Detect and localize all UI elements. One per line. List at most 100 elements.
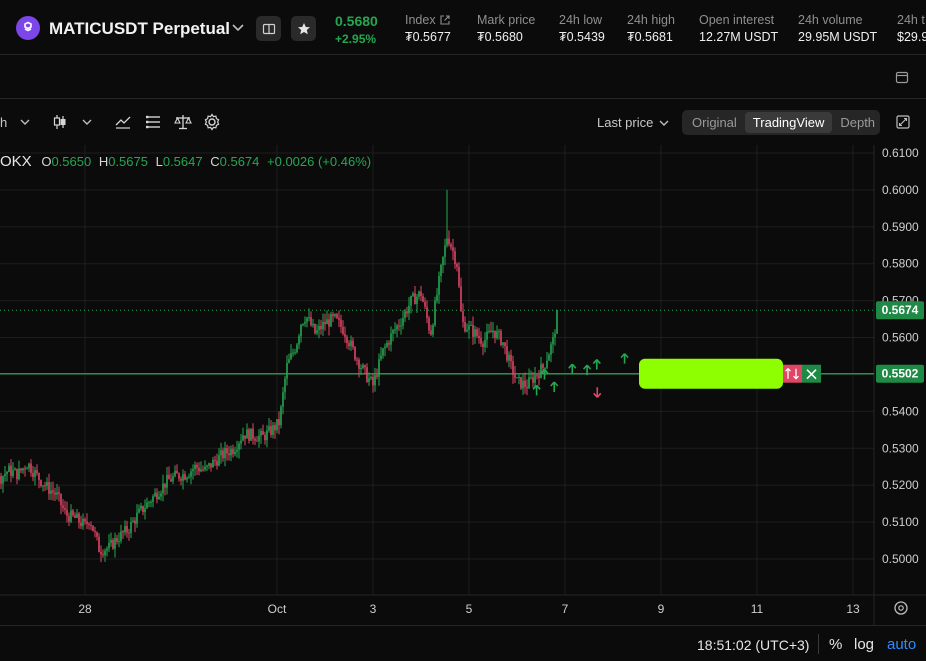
price-change-percent: +2.95%	[335, 32, 377, 46]
indicators-icon[interactable]	[114, 113, 132, 131]
last-price-tag: 0.5674	[882, 303, 919, 317]
candle-body	[40, 480, 42, 486]
candle-body	[50, 490, 52, 494]
reverse-order-button[interactable]	[783, 364, 802, 383]
axis-settings-gear-icon[interactable]	[894, 601, 908, 615]
favorite-star-button[interactable]	[291, 16, 316, 41]
tab-depth[interactable]: Depth	[832, 112, 883, 133]
axis-settings-gear-center	[898, 605, 904, 611]
stat-24h-volume-label: 24h volume	[798, 13, 863, 27]
candle-body	[352, 340, 354, 348]
tab-original[interactable]: Original	[684, 112, 745, 133]
view-mode-segmented-control: Original TradingView Depth	[682, 110, 880, 135]
candle-body	[300, 324, 302, 337]
candle-body	[556, 309, 558, 334]
candle-body	[108, 542, 110, 549]
candle-body	[146, 502, 148, 509]
candle-body	[260, 431, 262, 436]
candle-body	[242, 435, 244, 441]
candle-body	[226, 448, 228, 454]
pair-title[interactable]: MATICUSDT Perpetual	[49, 19, 230, 39]
stat-24h-turnover-label: 24h t	[897, 13, 925, 27]
chart-type-chevron-down-icon[interactable]	[78, 113, 96, 131]
utc-clock[interactable]: 18:51:02 (UTC+3)	[697, 637, 809, 653]
interval-chevron-down-icon[interactable]	[16, 113, 34, 131]
candle-body	[128, 532, 130, 534]
candle-body	[522, 380, 524, 389]
candle-body	[240, 440, 242, 444]
candle-body	[470, 324, 472, 326]
candle-body	[400, 325, 402, 327]
candle-body	[344, 334, 346, 337]
candle-body	[346, 336, 348, 344]
tab-tradingview[interactable]: TradingView	[744, 112, 833, 133]
candle-body	[468, 325, 470, 330]
candle-body	[124, 525, 126, 533]
candle-body	[160, 493, 162, 497]
auto-scale-toggle[interactable]: auto	[887, 636, 916, 653]
candle-body	[466, 329, 468, 332]
fullscreen-icon[interactable]	[894, 113, 912, 131]
order-highlight-pill[interactable]	[639, 358, 783, 389]
candle-body	[10, 465, 12, 476]
top-header: MATICUSDT Perpetual 0.5680 +2.95% Index …	[0, 0, 926, 55]
interval-label[interactable]: h	[0, 115, 7, 130]
book-icon-button[interactable]	[256, 16, 281, 41]
candle-body	[448, 238, 450, 245]
candle-body	[356, 359, 358, 361]
candle-body	[336, 314, 338, 318]
candle-body	[248, 429, 250, 441]
external-link-icon[interactable]	[440, 15, 450, 25]
candle-body	[480, 338, 482, 344]
candle-body	[316, 330, 318, 334]
candle-body	[122, 531, 124, 533]
log-scale-toggle[interactable]: log	[854, 636, 874, 653]
candle-body	[280, 406, 282, 426]
candle-body	[386, 342, 388, 347]
candle-body	[516, 377, 518, 379]
candle-body	[152, 496, 154, 502]
candle-body	[474, 329, 476, 337]
percent-scale-toggle[interactable]: %	[829, 636, 842, 653]
candle-body	[198, 467, 200, 472]
candle-body	[496, 331, 498, 338]
candle-body	[326, 319, 328, 325]
price-source-select[interactable]: Last price	[597, 115, 669, 130]
candle-body	[274, 425, 276, 431]
candle-body	[286, 362, 288, 379]
candle-body	[42, 485, 44, 487]
candle-body	[58, 492, 60, 495]
price-chart[interactable]: 0.61000.60000.59000.58000.57000.56000.55…	[0, 145, 926, 625]
candle-body	[502, 342, 504, 345]
candle-body	[38, 473, 40, 481]
candle-body	[180, 478, 182, 481]
y-tick-label: 0.5000	[882, 552, 919, 566]
candle-body	[24, 468, 26, 470]
candle-body	[272, 425, 274, 435]
calendar-icon[interactable]	[895, 70, 909, 89]
candle-body	[364, 365, 366, 368]
y-tick-label: 0.6100	[882, 146, 919, 160]
settings-list-icon[interactable]	[144, 113, 162, 131]
exchange-label: OKX	[0, 153, 32, 170]
candlestick-chart-svg[interactable]: 0.61000.60000.59000.58000.57000.56000.55…	[0, 145, 926, 625]
candle-body	[80, 522, 82, 527]
stat-24h-volume-value: 29.95M USDT	[798, 30, 878, 44]
candle-body	[348, 343, 350, 347]
candle-body	[94, 531, 96, 533]
candle-body	[490, 330, 492, 333]
candle-body	[382, 348, 384, 356]
candle-body	[402, 318, 404, 326]
candle-body	[150, 501, 152, 503]
candle-body	[504, 342, 506, 347]
candle-body	[100, 552, 102, 555]
candle-body	[114, 538, 116, 549]
candle-body	[64, 508, 66, 510]
gear-icon[interactable]	[203, 113, 221, 131]
chevron-down-icon[interactable]	[230, 20, 246, 36]
candlestick-type-icon[interactable]	[51, 113, 69, 131]
close-label: C	[210, 154, 220, 169]
candle-body	[256, 440, 258, 442]
candle-body	[306, 317, 308, 322]
scale-balance-icon[interactable]	[174, 113, 192, 131]
